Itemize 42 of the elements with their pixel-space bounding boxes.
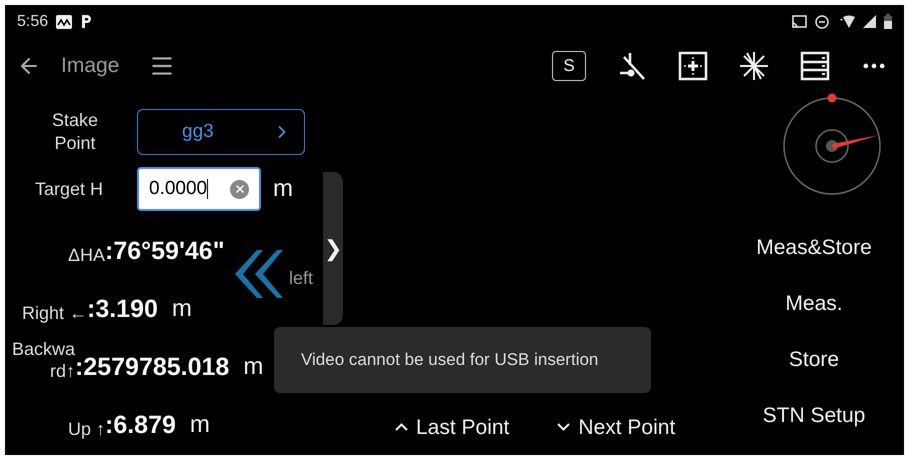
reading-value: :6.879 — [105, 410, 176, 440]
signal-icon — [863, 15, 876, 28]
target-h-label: Target H — [35, 178, 104, 201]
screen-title: Image — [61, 53, 120, 80]
unit-label: m — [190, 410, 210, 440]
unit-label: m — [273, 174, 293, 204]
clear-icon[interactable] — [230, 180, 249, 198]
battery-icon — [884, 14, 892, 29]
action-button[interactable]: Meas. — [785, 290, 843, 318]
direction-label: left — [289, 266, 314, 290]
side-drawer-handle[interactable]: ❯ — [323, 172, 343, 325]
status-time: 5:56 — [17, 12, 48, 32]
action-button[interactable]: STN Setup — [762, 402, 866, 430]
list-icon[interactable] — [800, 51, 830, 81]
s-button[interactable]: S — [552, 51, 586, 81]
unit-label: m — [172, 294, 192, 324]
action-button[interactable]: Store — [788, 346, 840, 374]
action-button[interactable]: Meas&Store — [756, 234, 872, 262]
parking-icon — [80, 14, 92, 29]
nav-button[interactable]: Next Point — [557, 412, 676, 443]
wifi-icon — [837, 14, 855, 28]
reading-value: :2579785.018 — [75, 352, 230, 382]
target-frame-icon[interactable] — [678, 51, 708, 81]
nav-button[interactable]: Last Point — [395, 412, 510, 443]
toast-message: Video cannot be used for USB insertion — [274, 327, 651, 393]
double-chevron-left-icon — [233, 248, 285, 300]
unit-label: m — [243, 352, 264, 382]
app-logo-icon — [56, 14, 72, 28]
reading-value: :76°59'46" — [105, 236, 225, 266]
reading-value: :3.190 — [87, 294, 158, 324]
caret-down-icon — [557, 423, 570, 432]
stake-point-label: Stake Point — [50, 109, 100, 155]
reading-label: Right ← — [20, 302, 87, 324]
reading-label: Up ↑ — [66, 418, 105, 440]
reading-label: ΔHA — [66, 244, 105, 266]
do-not-disturb-icon — [815, 14, 829, 28]
target-h-input[interactable]: 0.0000 — [137, 167, 261, 211]
cast-icon — [791, 14, 807, 28]
reading-label: Backward↑ — [10, 338, 75, 382]
laser-icon[interactable] — [738, 50, 770, 82]
caret-up-icon — [395, 423, 408, 432]
stake-point-selector[interactable]: gg3 — [137, 109, 305, 155]
